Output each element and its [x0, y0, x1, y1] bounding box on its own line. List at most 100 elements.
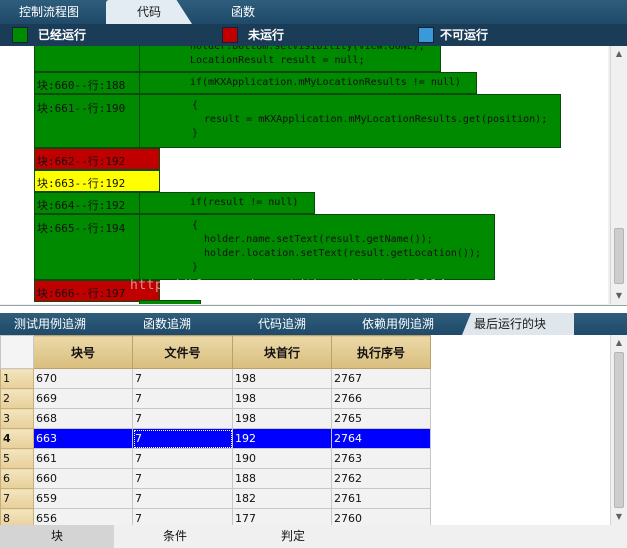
block-label: 块:663--行:192 — [37, 177, 126, 190]
block-label-cell[interactable]: 块:660--行:188 — [34, 72, 140, 94]
table-cell[interactable]: 2765 — [331, 408, 431, 429]
row-header[interactable]: 7 — [0, 488, 34, 509]
last-executed-blocks-grid: 块号 文件号 块首行 执行序号 1 670 7 198 2767 2 669 7… — [0, 335, 627, 529]
block-code-cell[interactable]: if(mKXApplication.mMyLocationResults != … — [139, 72, 477, 94]
block-code-cell[interactable]: { holder.name.setText(result.getName());… — [139, 214, 495, 280]
table-cell[interactable]: 2763 — [331, 448, 431, 469]
block-code-cell[interactable]: if(result != null) — [139, 192, 315, 214]
watermark: http://blog.csdn.net/threadingtest2014 — [130, 278, 447, 293]
block-label: 块:665--行:194 — [37, 222, 126, 235]
table-cell[interactable]: 2766 — [331, 388, 431, 409]
corner-cell[interactable] — [0, 335, 34, 369]
block-code-cell[interactable] — [139, 300, 201, 304]
tab-control-flow-graph[interactable]: 控制流程图 — [6, 0, 92, 24]
table-row[interactable]: 6 660 7 188 2762 — [0, 468, 431, 489]
tab-code[interactable]: 代码 — [106, 0, 192, 24]
code-vertical-scrollbar[interactable]: ▲ ▼ — [610, 46, 627, 304]
code-line: holder.bottom.setVisibility(View.GONE); — [190, 46, 425, 52]
data-table: 块号 文件号 块首行 执行序号 1 670 7 198 2767 2 669 7… — [0, 335, 431, 529]
code-canvas[interactable]: holder.bottom.setVisibility(View.GONE); … — [0, 46, 608, 304]
table-cell[interactable]: 7 — [132, 388, 233, 409]
block-label-cell[interactable]: 块:665--行:194 — [34, 214, 140, 280]
code-view: holder.bottom.setVisibility(View.GONE); … — [0, 46, 627, 306]
column-header-block-no[interactable]: 块号 — [33, 335, 133, 369]
table-cell-focused[interactable]: 7 — [132, 428, 233, 449]
table-cell[interactable]: 670 — [33, 368, 133, 389]
table-cell[interactable]: 182 — [232, 488, 332, 509]
not-executable-swatch — [418, 27, 434, 43]
row-header[interactable]: 3 — [0, 408, 34, 429]
block-label-cell[interactable] — [34, 46, 140, 72]
table-cell[interactable]: 669 — [33, 388, 133, 409]
table-cell[interactable]: 2767 — [331, 368, 431, 389]
table-cell[interactable]: 7 — [132, 488, 233, 509]
column-header-file-no[interactable]: 文件号 — [132, 335, 233, 369]
tab-decisions[interactable]: 判定 — [236, 525, 350, 548]
block-label-cell[interactable]: 块:662--行:192 — [34, 148, 160, 170]
block-code-cell[interactable]: { result = mKXApplication.mMyLocationRes… — [139, 94, 561, 148]
tab-dependency-case-trace[interactable]: 依赖用例追溯 — [362, 313, 462, 335]
row-header[interactable]: 6 — [0, 468, 34, 489]
table-cell[interactable]: 2761 — [331, 488, 431, 509]
scroll-down-arrow-icon[interactable]: ▼ — [611, 288, 627, 304]
table-row[interactable]: 2 669 7 198 2766 — [0, 388, 431, 409]
column-header-block-first-line[interactable]: 块首行 — [232, 335, 332, 369]
row-header[interactable]: 5 — [0, 448, 34, 469]
table-cell[interactable]: 663 — [33, 428, 133, 449]
bottom-tab-bar: 测试用例追溯 函数追溯 代码追溯 依赖用例追溯 最后运行的块 — [0, 313, 627, 335]
block-label-cell[interactable]: 块:664--行:192 — [34, 192, 140, 214]
table-cell[interactable]: 659 — [33, 488, 133, 509]
legend-not-executable-label: 不可运行 — [440, 28, 489, 42]
table-cell[interactable]: 7 — [132, 448, 233, 469]
row-header[interactable]: 1 — [0, 368, 34, 389]
scroll-thumb[interactable] — [614, 352, 624, 508]
block-label: 块:664--行:192 — [37, 199, 126, 212]
scroll-up-arrow-icon[interactable]: ▲ — [611, 335, 627, 351]
block-code-cell[interactable]: holder.bottom.setVisibility(View.GONE); … — [139, 46, 441, 72]
column-header-exec-seq[interactable]: 执行序号 — [331, 335, 431, 369]
code-line: LocationResult result = null; — [190, 55, 365, 66]
table-cell[interactable]: 668 — [33, 408, 133, 429]
table-cell[interactable]: 190 — [232, 448, 332, 469]
table-row[interactable]: 1 670 7 198 2767 — [0, 368, 431, 389]
table-row[interactable]: 5 661 7 190 2763 — [0, 448, 431, 469]
scroll-up-arrow-icon[interactable]: ▲ — [611, 46, 627, 62]
grid-vertical-scrollbar[interactable]: ▲ ▼ — [610, 335, 627, 525]
table-row[interactable]: 7 659 7 182 2761 — [0, 488, 431, 509]
tab-functions[interactable]: 函数 — [200, 0, 286, 24]
tab-last-executed-blocks[interactable]: 最后运行的块 — [462, 313, 574, 335]
table-cell[interactable]: 198 — [232, 388, 332, 409]
tab-conditions[interactable]: 条件 — [118, 525, 232, 548]
table-cell[interactable]: 7 — [132, 468, 233, 489]
legend-executed-label: 已经运行 — [38, 28, 87, 42]
scroll-thumb[interactable] — [614, 228, 624, 284]
code-line: if(mKXApplication.mMyLocationResults != … — [190, 77, 461, 88]
block-label-cell[interactable]: 块:661--行:190 — [34, 94, 140, 148]
tab-blocks[interactable]: 块 — [0, 525, 114, 548]
tab-test-case-trace[interactable]: 测试用例追溯 — [14, 313, 114, 335]
row-header[interactable]: 4 — [0, 428, 34, 449]
scroll-down-arrow-icon[interactable]: ▼ — [611, 509, 627, 525]
table-row-selected[interactable]: 4 663 7 192 2764 — [0, 428, 431, 449]
table-cell[interactable]: 198 — [232, 368, 332, 389]
tab-code-trace[interactable]: 代码追溯 — [258, 313, 338, 335]
table-cell[interactable]: 7 — [132, 368, 233, 389]
table-cell[interactable]: 2762 — [331, 468, 431, 489]
table-cell[interactable]: 7 — [132, 408, 233, 429]
executed-swatch — [12, 27, 28, 43]
row-header[interactable]: 2 — [0, 388, 34, 409]
code-line: { result = mKXApplication.mMyLocationRes… — [192, 100, 548, 139]
table-cell[interactable]: 660 — [33, 468, 133, 489]
table-cell[interactable]: 192 — [232, 428, 332, 449]
top-tab-bar: 控制流程图 代码 函数 — [0, 0, 627, 24]
table-cell[interactable]: 198 — [232, 408, 332, 429]
table-cell[interactable]: 188 — [232, 468, 332, 489]
code-line: if(result != null) — [190, 197, 299, 208]
tab-function-trace[interactable]: 函数追溯 — [143, 313, 223, 335]
table-cell[interactable]: 661 — [33, 448, 133, 469]
block-label-cell[interactable]: 块:663--行:192 — [34, 170, 160, 192]
block-label: 块:666--行:197 — [37, 287, 126, 300]
table-row[interactable]: 3 668 7 198 2765 — [0, 408, 431, 429]
table-cell[interactable]: 2764 — [331, 428, 431, 449]
code-line: { holder.name.setText(result.getName());… — [192, 220, 481, 273]
